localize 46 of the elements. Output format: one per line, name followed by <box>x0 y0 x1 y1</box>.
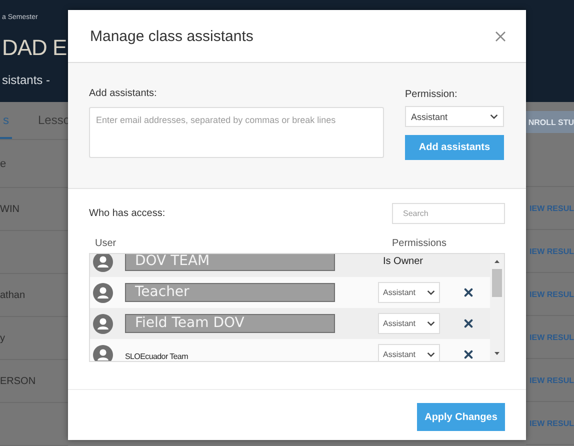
permission-text: Is Owner <box>383 256 424 267</box>
chevron-icon <box>490 114 498 119</box>
table-cell: ERSON <box>0 376 36 386</box>
nav-menu[interactable]: sistants - <box>2 73 50 87</box>
section-label: Who has access: <box>89 208 166 219</box>
permission-dropdown[interactable]: Assistant <box>378 282 440 303</box>
chevron-icon <box>427 290 435 295</box>
user-name: SLOEcuador Team <box>125 352 188 360</box>
add-assistants-button[interactable]: Add assistants <box>405 135 504 160</box>
permission-dropdown[interactable]: Assistant <box>378 313 440 334</box>
enroll-button[interactable]: NROLL STU <box>526 111 574 133</box>
table-cell: y <box>0 332 5 344</box>
view-results-link[interactable]: IEW RESUL <box>530 332 574 342</box>
table-cell: WIN <box>0 204 20 214</box>
scrollbar[interactable] <box>490 254 504 361</box>
permission-dropdown[interactable]: Assistant <box>378 344 440 361</box>
view-results-link[interactable]: IEW RESUL <box>530 290 574 298</box>
view-results-link[interactable]: IEW RESUL <box>530 204 574 212</box>
field-label: Permission: <box>405 89 458 100</box>
column-header: User <box>95 238 116 249</box>
user-avatar-icon <box>93 282 113 302</box>
field-label: Add assistants: <box>89 88 158 99</box>
user-avatar-icon <box>93 314 113 334</box>
close-icon[interactable] <box>495 30 506 42</box>
column-header: e <box>0 158 6 170</box>
chevron-icon <box>427 321 435 326</box>
permission-dropdown[interactable]: Assistant <box>405 106 504 127</box>
column-header: Permissions <box>392 238 446 249</box>
apply-changes-button[interactable]: Apply Changes <box>417 403 505 431</box>
view-results-link[interactable]: IEW RESUL <box>530 246 574 256</box>
tab[interactable]: s <box>0 102 12 139</box>
chevron-icon <box>427 352 435 357</box>
search-field[interactable]: Search <box>392 203 505 224</box>
email-field[interactable]: Enter email addresses, separated by commas or break lines <box>89 107 384 158</box>
redacted-name: DOV TEAM <box>125 254 335 271</box>
dialog-title: Manage class assistants <box>90 28 254 44</box>
table-cell: athan <box>0 290 26 300</box>
remove-icon[interactable] <box>464 350 473 359</box>
remove-icon[interactable] <box>464 288 473 297</box>
view-results-link[interactable]: IEW RESUL <box>530 376 574 384</box>
course-title: DAD E <box>2 35 67 61</box>
user-avatar-icon <box>93 254 113 272</box>
redacted-name: Teacher <box>125 283 335 302</box>
redacted-name: Field Team DOV <box>125 314 335 333</box>
view-results-link[interactable]: IEW RESUL <box>530 418 574 428</box>
remove-icon[interactable] <box>464 319 473 328</box>
